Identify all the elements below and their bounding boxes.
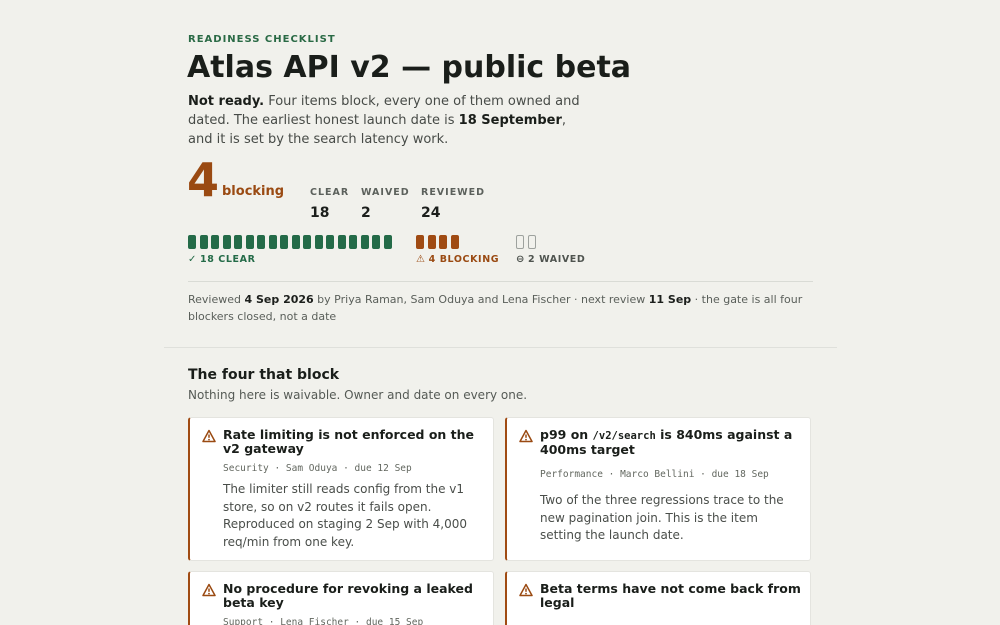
blocker-meta: Support · Lena Fischer · due 15 Sep bbox=[223, 617, 424, 625]
blocker-meta: Security · Sam Oduya · due 12 Sep bbox=[223, 463, 412, 474]
legend-blocking: ⚠ 4 BLOCKING bbox=[416, 254, 499, 265]
clear-cell bbox=[245, 235, 254, 249]
clear-cell bbox=[280, 235, 288, 249]
blocker-title-pre: p99 on bbox=[540, 427, 593, 442]
blocking-cell bbox=[427, 235, 436, 249]
stat-value: 2 bbox=[361, 205, 371, 221]
launch-date: 18 September bbox=[458, 113, 562, 128]
clear-cell bbox=[234, 235, 242, 249]
divider bbox=[188, 281, 813, 282]
blocking-cell bbox=[439, 235, 447, 249]
clear-cell bbox=[337, 235, 346, 249]
clear-cell bbox=[383, 235, 392, 249]
clear-cell bbox=[372, 235, 380, 249]
legend-waived: ⊖ 2 WAIVED bbox=[516, 254, 585, 265]
section-subtitle: Nothing here is waivable. Owner and date… bbox=[188, 388, 528, 402]
stat-reviewed: REVIEWED 24 bbox=[421, 187, 485, 221]
stat-label: REVIEWED bbox=[421, 187, 486, 198]
clear-cell bbox=[349, 235, 357, 249]
stat-waived: WAIVED 2 bbox=[361, 187, 410, 221]
stat-value: 18 bbox=[310, 205, 330, 221]
warning-icon bbox=[202, 583, 216, 597]
legend-waived-label: 2 WAIVED bbox=[527, 254, 586, 265]
warning-icon bbox=[202, 429, 216, 443]
blocker-meta: Performance · Marco Bellini · due 18 Sep bbox=[540, 469, 769, 480]
section-title: The four that block bbox=[188, 367, 340, 383]
clear-cell bbox=[314, 235, 323, 249]
legend-clear-label: 18 CLEAR bbox=[199, 254, 256, 265]
next-review-date: 11 Sep bbox=[648, 293, 692, 306]
section-divider bbox=[164, 347, 837, 348]
status-lead: Not ready. bbox=[188, 94, 265, 109]
clear-cell bbox=[360, 235, 369, 249]
blocker-card[interactable]: Rate limiting is not enforced on the v2 … bbox=[188, 417, 494, 561]
waived-cell bbox=[516, 235, 524, 249]
blocker-title: No procedure for revoking a leaked beta … bbox=[223, 581, 473, 610]
warning-icon bbox=[519, 583, 533, 597]
review-date: 4 Sep 2026 bbox=[244, 293, 314, 306]
blocker-title: Rate limiting is not enforced on the v2 … bbox=[223, 427, 475, 456]
blocker-card[interactable]: Beta terms have not come back from legal bbox=[505, 571, 811, 625]
clear-cell bbox=[303, 235, 311, 249]
legend-clear: ✓ 18 CLEAR bbox=[188, 254, 256, 265]
clear-cell bbox=[268, 235, 277, 249]
blocking-cell bbox=[450, 235, 459, 249]
waived-cell bbox=[527, 235, 536, 249]
clear-cell bbox=[222, 235, 231, 249]
review-line: Reviewed 4 Sep 2026 by Priya Raman, Sam … bbox=[188, 291, 813, 325]
blocker-card[interactable]: p99 on /v2/search is 840ms against a 400… bbox=[505, 417, 811, 561]
readiness-page: READINESS CHECKLIST Atlas API v2 — publi… bbox=[0, 0, 1000, 625]
blocking-count: 4 bbox=[187, 153, 220, 207]
eyebrow-label: READINESS CHECKLIST bbox=[188, 34, 336, 45]
review-prefix: Reviewed bbox=[188, 293, 245, 306]
page-title: Atlas API v2 — public beta bbox=[187, 50, 632, 85]
endpoint-path: /v2/search bbox=[592, 430, 656, 442]
blocker-body: The limiter still reads config from the … bbox=[223, 482, 468, 549]
blocking-label: blocking bbox=[222, 184, 285, 199]
stat-clear: CLEAR 18 bbox=[310, 187, 349, 221]
blocker-title: p99 on /v2/search is 840ms against a 400… bbox=[540, 428, 802, 457]
stat-value: 24 bbox=[421, 205, 441, 221]
legend-blocking-label: 4 BLOCKING bbox=[428, 254, 500, 265]
check-icon: ✓ bbox=[188, 254, 197, 265]
blocker-body: Two of the three regressions trace to th… bbox=[540, 493, 784, 542]
stat-label: WAIVED bbox=[361, 187, 410, 198]
blocker-card[interactable]: No procedure for revoking a leaked beta … bbox=[188, 571, 494, 625]
clear-cell bbox=[257, 235, 265, 249]
clear-cell bbox=[211, 235, 219, 249]
clear-cell bbox=[326, 235, 334, 249]
warning-icon bbox=[519, 429, 533, 443]
stat-label: CLEAR bbox=[310, 187, 350, 198]
status-summary: Not ready. Four items block, every one o… bbox=[188, 92, 593, 149]
clear-cell bbox=[188, 235, 196, 249]
minus-circle-icon: ⊖ bbox=[516, 254, 525, 265]
warning-icon: ⚠ bbox=[416, 254, 426, 265]
clear-cell bbox=[291, 235, 300, 249]
blocking-cell bbox=[416, 235, 424, 249]
clear-cell bbox=[199, 235, 208, 249]
blocker-title: Beta terms have not come back from legal bbox=[540, 581, 801, 610]
review-by: by Priya Raman, Sam Oduya and Lena Fisch… bbox=[313, 293, 649, 306]
